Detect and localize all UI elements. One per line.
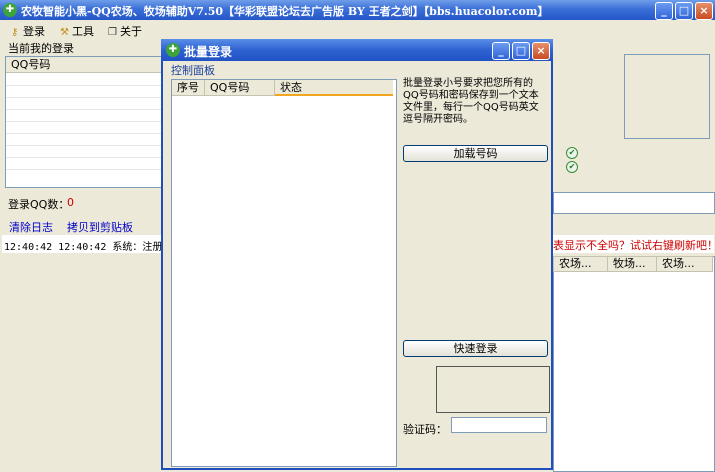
right-info-box <box>553 192 715 214</box>
status-column-header[interactable]: 状态 <box>275 80 393 96</box>
dialog-title: 批量登录 <box>184 45 233 59</box>
dialog-minimize-button[interactable]: _ <box>492 42 510 60</box>
menu-bar: ⚷ 登录 ⚒ 工具 ❐ 关于 <box>0 20 715 39</box>
table-row <box>6 85 164 86</box>
check-icon: ✔ <box>566 161 578 173</box>
table-row <box>6 169 164 170</box>
window-title: 农牧智能小黑-QQ农场、牧场辅助V7.50【华彩联盟论坛去广告版 BY 王者之剑… <box>21 5 549 18</box>
menu-about[interactable]: ❐ 关于 <box>108 23 142 39</box>
clover-icon: ✚ <box>166 43 180 57</box>
book-icon: ❐ <box>108 27 117 38</box>
dialog-maximize-button[interactable]: □ <box>512 42 530 60</box>
farm-status-table[interactable] <box>553 256 715 472</box>
captcha-input[interactable] <box>451 417 547 433</box>
instructions-text: 批量登录小号要求把您所有的QQ号码和密码保存到一个文本文件里，每行一个QQ号码英… <box>403 78 539 125</box>
table-row <box>6 97 164 98</box>
login-count-value: 0 <box>67 196 74 209</box>
account-list-table[interactable]: 序号 QQ号码 状态 <box>171 79 397 467</box>
maximize-button[interactable]: □ <box>675 2 693 20</box>
farm-column-header[interactable]: 农场... <box>553 256 608 272</box>
quick-login-button[interactable]: 快速登录 <box>403 340 548 357</box>
pasture-column-header[interactable]: 牧场... <box>607 256 657 272</box>
main-title-bar: ✚ 农牧智能小黑-QQ农场、牧场辅助V7.50【华彩联盟论坛去广告版 BY 王者… <box>0 0 715 20</box>
control-panel-label: 控制面板 <box>171 64 215 77</box>
batch-login-dialog: ✚ 批量登录 _ □ × 控制面板 序号 QQ号码 状态 批量登录小号要求把您所… <box>161 39 553 470</box>
table-row <box>6 157 164 158</box>
key-icon: ⚷ <box>11 27 19 38</box>
table-row <box>6 109 164 110</box>
wrench-icon: ⚒ <box>60 27 69 38</box>
login-account-table[interactable]: QQ号码 <box>5 56 165 188</box>
clover-icon: ✚ <box>3 3 17 17</box>
clear-log-link[interactable]: 清除日志 <box>9 219 53 235</box>
farm-column-header-2[interactable]: 农场... <box>656 256 713 272</box>
qq-number-column-header[interactable]: QQ号码 <box>205 80 275 96</box>
table-row <box>6 121 164 122</box>
qq-number-column-header[interactable]: QQ号码 <box>6 57 126 73</box>
load-numbers-button[interactable]: 加载号码 <box>403 145 548 162</box>
minimize-button[interactable]: _ <box>655 2 673 20</box>
current-login-label: 当前我的登录 <box>8 42 74 55</box>
captcha-label: 验证码： <box>403 423 447 436</box>
captcha-image <box>436 366 550 413</box>
table-row <box>6 145 164 146</box>
copy-to-clipboard-link[interactable]: 拷贝到剪贴板 <box>67 219 133 235</box>
extra-column-header[interactable] <box>126 57 164 73</box>
dialog-title-bar: ✚ 批量登录 _ □ × <box>161 39 553 61</box>
refresh-hint: 表显示不全吗？试试右键刷新吧！ <box>553 239 715 252</box>
table-row <box>6 133 164 134</box>
index-column-header[interactable]: 序号 <box>172 80 205 96</box>
menu-login[interactable]: ⚷ 登录 <box>11 23 45 39</box>
dialog-close-button[interactable]: × <box>532 42 550 60</box>
menu-tools[interactable]: ⚒ 工具 <box>60 23 94 39</box>
close-button[interactable]: × <box>695 2 713 20</box>
log-line: 12:40:42 12:40:42 系统：注册老板 <box>4 242 183 253</box>
login-count-label: 登录QQ数： <box>8 198 70 211</box>
check-icon: ✔ <box>566 147 578 159</box>
avatar-frame <box>624 54 710 139</box>
